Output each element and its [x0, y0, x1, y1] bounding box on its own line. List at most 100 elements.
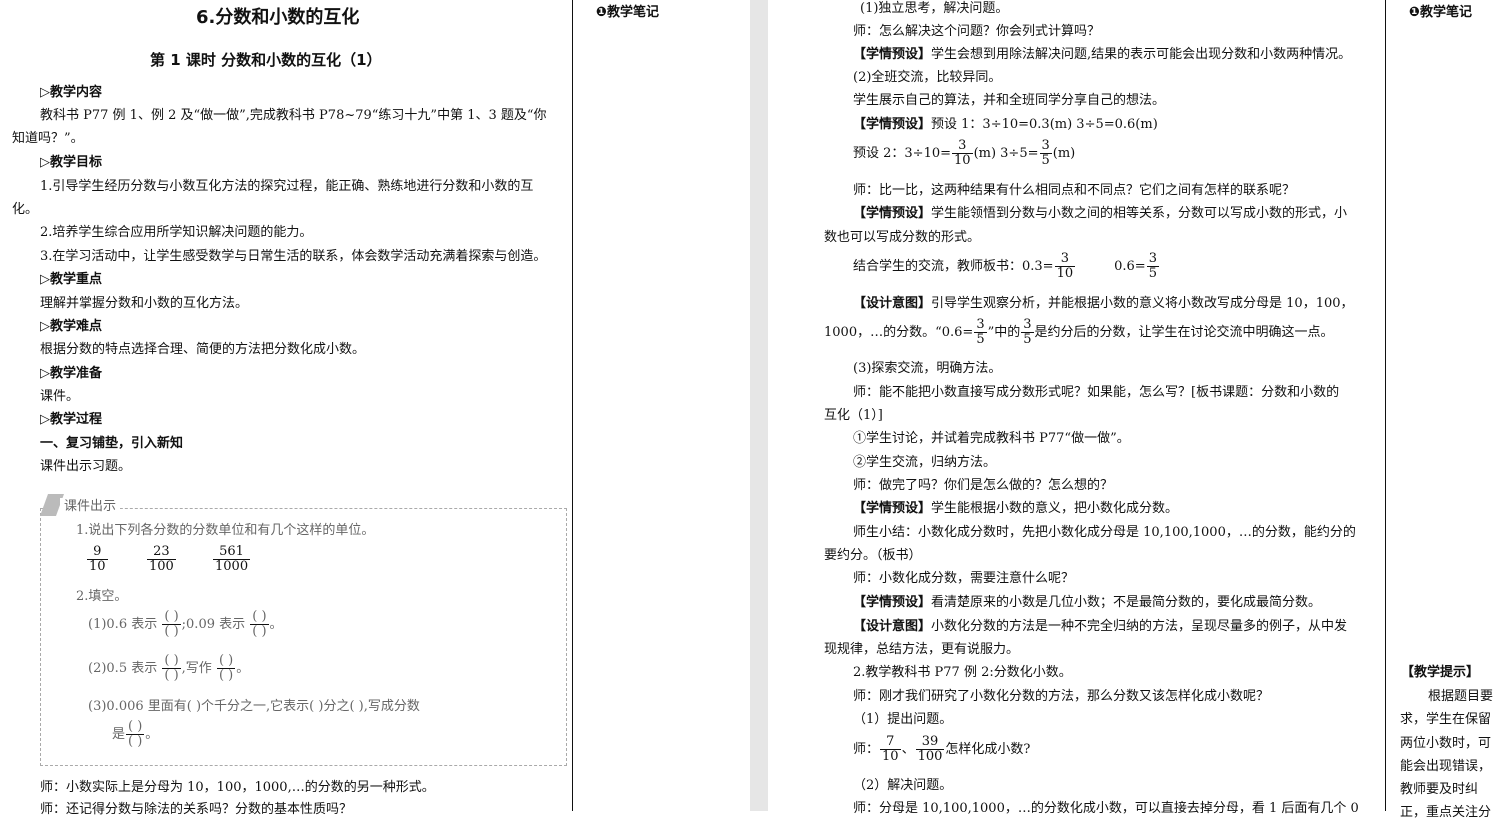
fraction-den: 100 — [149, 559, 174, 574]
blank-num: ( ) — [216, 653, 236, 669]
right-line-7: 预设 2：3÷10= 3 10 (m) 3÷5= 3 5 (m) — [853, 139, 1075, 168]
content-heading: ▷教学内容 — [40, 85, 102, 100]
fraction-num: 3 — [1146, 251, 1159, 267]
q2-1-middle: ;0.09 表示 — [181, 617, 246, 632]
line-13-b: ”中的 — [987, 325, 1021, 340]
process-heading: ▷教学过程 — [40, 412, 102, 427]
tag-learning-presupposition: 【学情预设】 — [853, 117, 932, 132]
right-line-12-text: 引导学生观察分析，并能根据小数的意义将小数改写成分母是 10，100， — [931, 296, 1354, 311]
content-text-1: 教科书 P77 例 1、例 2 及“做一做”,完成教科书 P78~79“练习十九… — [40, 108, 547, 123]
left-column-divider — [572, 0, 573, 811]
key-heading: ▷教学重点 — [40, 272, 102, 287]
line-13-a: 1000，…的分数。“0.6= — [824, 325, 974, 340]
right-line-25-text: 小数化分数的方法是一种不完全归纳的方法，呈现尽量多的例子，从中发 — [931, 619, 1348, 634]
tip-line-5: 教师要及时纠 — [1400, 782, 1479, 797]
preset-2-b: (m) 3÷5= — [973, 146, 1039, 161]
goal-1a: 1.引导学生经历分数与小数互化方法的探究过程，能正确、熟练地进行分数和小数的互 — [40, 179, 534, 194]
right-line-2: 师：怎么解决这个问题？你会列式计算吗？ — [853, 24, 1101, 39]
fraction-num: 3 — [1039, 138, 1052, 154]
fraction-den: 5 — [1023, 332, 1032, 347]
prep-text: 课件。 — [40, 389, 80, 404]
right-line-25: 【设计意图】小数化分数的方法是一种不完全归纳的方法，呈现尽量多的例子，从中发 — [853, 618, 1347, 636]
fraction-den: 10 — [882, 749, 899, 764]
fraction-den: 10 — [89, 559, 106, 574]
right-line-10: 数也可以写成分数的形式。 — [824, 230, 981, 245]
q2-3-end: 。 — [145, 727, 159, 742]
fraction-num: 3 — [974, 317, 987, 333]
right-line-17: ①学生讨论，并试着完成教科书 P77“做一做”。 — [853, 431, 1130, 446]
tag-learning-presupposition: 【学情预设】 — [853, 595, 932, 610]
right-line-32: 师：分母是 10,100,1000，…的分数化成小数，可以直接去掉分母，看 1 … — [853, 801, 1359, 816]
right-line-11: 结合学生的交流，教师板书：0.3= 3 10 0.6= 3 5 — [853, 252, 1160, 281]
fraction-23-100: 23 100 — [146, 545, 177, 574]
teaching-tip-heading: 【教学提示】 — [1401, 665, 1480, 680]
right-line-16: 互化（1）] — [824, 408, 883, 423]
fraction-561-1000: 561 1000 — [212, 545, 251, 574]
left-teaching-notes-label: ❶教学笔记 — [596, 5, 660, 20]
fraction-num: 3 — [1021, 317, 1034, 333]
tag-learning-presupposition: 【学情预设】 — [853, 501, 932, 516]
right-line-3-text: 学生会想到用除法解决问题,结果的表示可能会出现分数和小数两种情况。 — [931, 47, 1352, 62]
fraction-num: 9 — [87, 545, 108, 560]
right-line-13: 1000，…的分数。“0.6= 3 5 ”中的 3 5 是约分后的分数，让学生在讨论交流中明… — [824, 318, 1334, 347]
tag-design-intent: 【设计意图】 — [853, 619, 932, 634]
fraction-den: 5 — [1148, 266, 1157, 281]
fraction-num: 561 — [213, 545, 251, 560]
right-line-9: 【学情预设】学生能领悟到分数与小数之间的相等关系，分数可以写成小数的形式，小 — [853, 205, 1347, 223]
right-line-23: 师：小数化成分数，需要注意什么呢？ — [853, 571, 1075, 586]
blank-num: ( ) — [126, 719, 145, 735]
right-line-21: 师生小结：小数化成分数时，先把小数化成分母是 10,100,1000，…的分数，… — [853, 525, 1356, 540]
right-teaching-notes-label: ❶教学笔记 — [1409, 5, 1473, 20]
right-line-20: 【学情预设】学生能根据小数的意义，把小数化成分数。 — [853, 500, 1178, 518]
fraction-den: 5 — [1041, 153, 1050, 168]
lesson-title: 第 1 课时 分数和小数的互化（1） — [150, 51, 382, 69]
blank-num: ( ) — [162, 609, 181, 625]
q2-2-prefix: (2)0.5 表示 — [88, 661, 158, 676]
right-line-4: (2)全班交流，比较异同。 — [853, 70, 1002, 85]
right-line-14: (3)探索交流，明确方法。 — [853, 361, 1002, 376]
right-line-1: (1)独立思考，解决问题。 — [860, 1, 1009, 16]
fraction-den: 100 — [917, 749, 943, 764]
blank-den: ( ) — [128, 734, 143, 749]
tip-line-4: 能会出现错误， — [1400, 759, 1492, 774]
right-line-29: （1）提出问题。 — [853, 712, 953, 727]
q2-3-row-2: 是( )( )。 — [112, 720, 158, 749]
blank-den: ( ) — [164, 624, 179, 639]
preset-2-c: (m) — [1052, 146, 1076, 161]
right-line-8: 师：比一比，这两种结果有什么相同点和不同点？它们之间有怎样的联系呢？ — [853, 183, 1296, 198]
tag-learning-presupposition: 【学情预设】 — [853, 47, 932, 62]
blank-den: ( ) — [218, 668, 234, 683]
courseware-q1: 1.说出下列各分数的分数单位和有几个这样的单位。 — [76, 523, 375, 538]
content-text-2: 知道吗？”。 — [12, 131, 84, 146]
right-column-divider — [1385, 0, 1386, 811]
q2-2-row: (2)0.5 表示 ( )( ) ,写作 ( )( )。 — [88, 654, 249, 683]
left-footer-2: 师：还记得分数与除法的关系吗？分数的基本性质吗？ — [40, 802, 353, 817]
right-line-12: 【设计意图】引导学生观察分析，并能根据小数的意义将小数改写成分母是 10，100… — [853, 295, 1354, 313]
tag-design-intent: 【设计意图】 — [853, 296, 932, 311]
tip-line-1: 根据题目要 — [1428, 689, 1494, 704]
tip-line-2: 求，学生在保留 — [1400, 712, 1492, 727]
blank-num: ( ) — [250, 609, 269, 625]
fraction-den: 1000 — [215, 559, 249, 574]
goal-2: 2.培养学生综合应用所学知识解决问题的能力。 — [40, 225, 313, 240]
blank-num: ( ) — [162, 653, 181, 669]
blank-den: ( ) — [164, 668, 179, 683]
fraction-9-10: 9 10 — [86, 545, 109, 574]
fraction-den: 10 — [1056, 266, 1074, 281]
q2-2-end: 。 — [236, 661, 250, 676]
fraction-num: 7 — [880, 735, 901, 750]
right-line-24-text: 看清楚原来的小数是几位小数；不是最简分数的，要化成最简分数。 — [931, 595, 1322, 610]
fraction-den: 10 — [954, 153, 971, 168]
difficult-text: 根据分数的特点选择合理、简便的方法把分数化成小数。 — [40, 342, 366, 357]
q2-1-prefix: (1)0.6 表示 — [88, 617, 158, 632]
fraction-num: 3 — [1054, 252, 1076, 267]
right-line-27: 2.教学教科书 P77 例 2:分数化小数。 — [853, 665, 1072, 680]
right-line-20-text: 学生能根据小数的意义，把小数化成分数。 — [931, 501, 1179, 516]
key-text: 理解并掌握分数和小数的互化方法。 — [40, 296, 249, 311]
step-1-text: 课件出示习题。 — [40, 459, 132, 474]
blank-den: ( ) — [252, 624, 267, 639]
right-line-31: （2）解决问题。 — [853, 778, 953, 793]
preset-2-a: 预设 2：3÷10= — [853, 146, 952, 161]
q2-3-prefix: 是 — [112, 727, 126, 742]
q2-3-text: (3)0.006 里面有( )个千分之一,它表示( )分之( ),写成分数 — [88, 699, 420, 714]
